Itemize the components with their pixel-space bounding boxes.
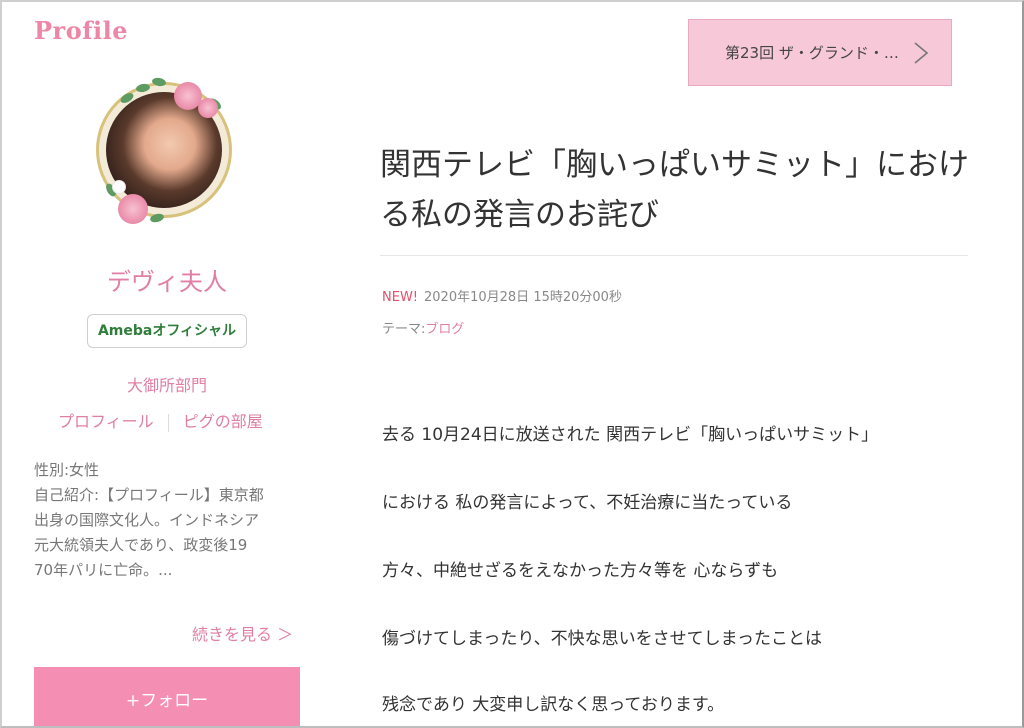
bio-line: 元大統領夫人であり、政変後19 xyxy=(34,536,248,554)
title-divider xyxy=(380,255,968,256)
pigg-room-link[interactable]: ピグの部屋 xyxy=(183,412,263,431)
theme-label: テーマ: xyxy=(382,322,426,337)
profile-links: プロフィール ピグの部屋 xyxy=(58,408,263,432)
body-line: における 私の発言によって、不妊治療に当たっている xyxy=(382,493,793,513)
bio-line: 自己紹介:【プロフィール】東京都 xyxy=(34,486,264,504)
article-title: 関西テレビ「胸いっぱいサミット」におけ る私の発言のお詫び xyxy=(380,140,970,240)
post-datetime: 2020年10月28日 15時20分00秒 xyxy=(424,290,622,305)
avatar[interactable] xyxy=(90,76,240,226)
theme-link[interactable]: ブログ xyxy=(425,322,464,337)
chevron-right-icon xyxy=(914,42,929,64)
bio-line: 70年パリに亡命。... xyxy=(34,561,173,579)
profile-heading: Profile xyxy=(34,16,129,45)
profile-bio: 性別:女性 自己紹介:【プロフィール】東京都 出身の国際文化人。インドネシア 元… xyxy=(34,458,304,583)
flower-decoration xyxy=(112,180,126,194)
profile-name[interactable]: デヴィ夫人 xyxy=(2,262,332,297)
read-more-link[interactable]: 続きを見る ＞ xyxy=(192,621,293,645)
body-line: 方々、中絶せざるをえなかった方々等を 心ならずも xyxy=(382,561,779,581)
bio-line: 出身の国際文化人。インドネシア xyxy=(34,511,260,529)
article-meta: NEW! 2020年10月28日 15時20分00秒 xyxy=(382,286,622,305)
title-line: る私の発言のお詫び xyxy=(380,197,659,233)
next-post-label: 第23回 ザ・グランド・… xyxy=(725,44,899,62)
flower-decoration xyxy=(198,98,218,118)
profile-link[interactable]: プロフィール xyxy=(58,412,154,431)
body-line: 去る 10月24日に放送された 関西テレビ「胸いっぱいサミット」 xyxy=(382,425,879,445)
title-line: 関西テレビ「胸いっぱいサミット」におけ xyxy=(380,147,969,183)
flower-decoration xyxy=(118,194,148,224)
official-badge: Amebaオフィシャル xyxy=(87,314,247,348)
link-separator xyxy=(167,413,169,432)
bio-line: 性別:女性 xyxy=(34,461,100,479)
profile-sidebar: Profile デヴィ夫人 Amebaオフィシャル 大御所部門 プロフィール ピグ… xyxy=(2,2,332,726)
page-frame: Profile デヴィ夫人 Amebaオフィシャル 大御所部門 プロフィール ピグ… xyxy=(0,0,1024,728)
category-link[interactable]: 大御所部門 xyxy=(2,372,332,396)
new-badge: NEW! xyxy=(382,290,419,305)
article-theme: テーマ:ブログ xyxy=(382,318,464,337)
next-post-button[interactable]: 第23回 ザ・グランド・… xyxy=(688,19,952,86)
body-line: 傷づけてしまったり、不快な思いをさせてしまったことは xyxy=(382,629,822,649)
body-line: 残念であり 大変申し訳なく思っております。 xyxy=(382,695,725,715)
follow-button[interactable]: +フォロー xyxy=(34,667,300,726)
